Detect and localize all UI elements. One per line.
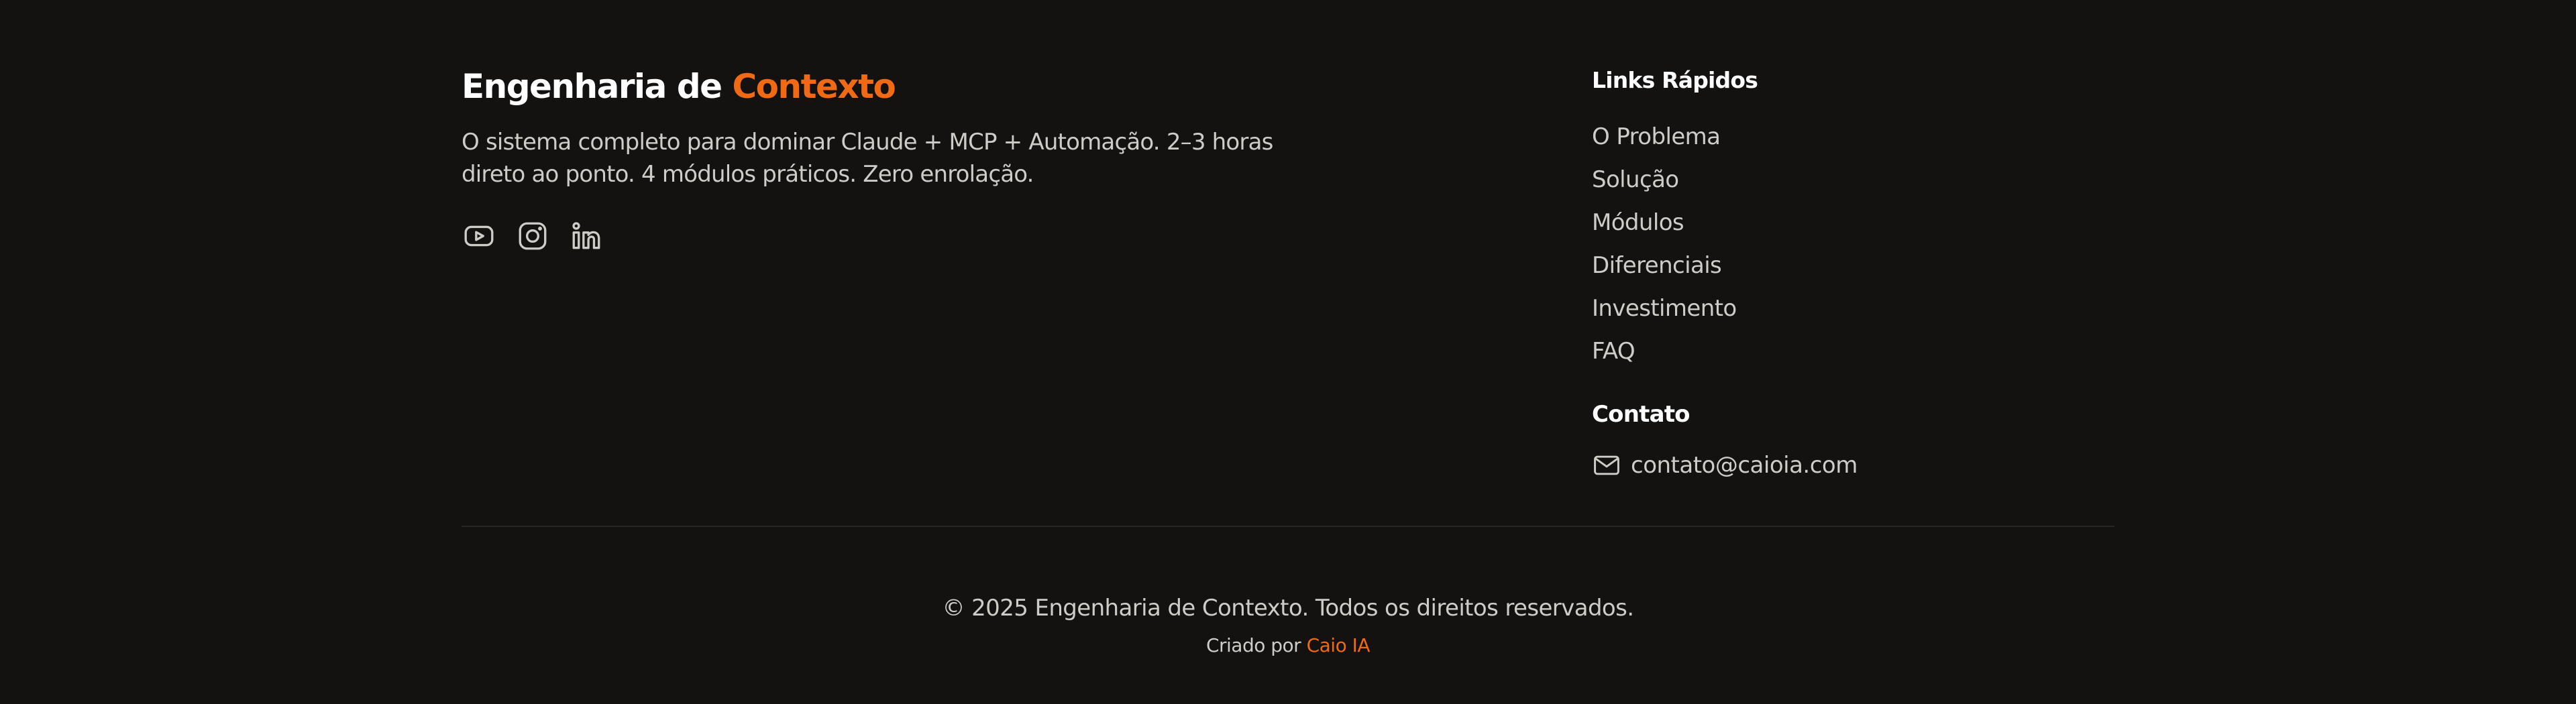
- brand-title: Engenharia de Contexto: [462, 64, 1360, 109]
- social-links: [462, 219, 1360, 253]
- quick-link-diferenciais[interactable]: Diferenciais: [1592, 244, 2129, 287]
- quick-link-investimento[interactable]: Investimento: [1592, 287, 2129, 330]
- brand-title-accent: Contexto: [732, 67, 896, 106]
- copyright-text: © 2025 Engenharia de Contexto. Todos os …: [942, 595, 1635, 622]
- site-footer: Engenharia de Contexto O sistema complet…: [0, 0, 2576, 704]
- instagram-link[interactable]: [515, 219, 550, 253]
- youtube-icon: [464, 225, 494, 247]
- quick-link-modulos[interactable]: Módulos: [1592, 201, 2129, 244]
- credit-author-link[interactable]: Caio IA: [1307, 634, 1371, 656]
- quick-links-title: Links Rápidos: [1592, 67, 1758, 93]
- linkedin-link[interactable]: [569, 219, 604, 253]
- contact-title: Contato: [1592, 401, 1690, 428]
- brand-title-main: Engenharia de: [462, 67, 733, 106]
- youtube-link[interactable]: [462, 219, 496, 253]
- quick-links-list: O Problema Solução Módulos Diferenciais …: [1592, 115, 2129, 373]
- contact-email-link[interactable]: contato@caioia.com: [1592, 451, 2129, 480]
- quick-link-faq[interactable]: FAQ: [1592, 330, 2129, 373]
- credit-prefix: Criado por: [1205, 634, 1307, 656]
- contact-email: contato@caioia.com: [1631, 452, 1858, 479]
- quick-link-o-problema[interactable]: O Problema: [1592, 115, 2129, 158]
- brand-description: O sistema completo para dominar Claude +…: [462, 129, 1273, 188]
- quick-links-section: Links Rápidos O Problema Solução Módulos…: [1592, 64, 2129, 480]
- brand-section: Engenharia de Contexto O sistema complet…: [462, 64, 1360, 253]
- instagram-icon: [519, 222, 547, 250]
- linkedin-icon: [572, 222, 600, 249]
- mail-icon: [1594, 455, 1619, 475]
- footer-divider: [462, 526, 2114, 527]
- credit-line: Criado por Caio IA: [0, 632, 2576, 659]
- quick-link-solucao[interactable]: Solução: [1592, 158, 2129, 201]
